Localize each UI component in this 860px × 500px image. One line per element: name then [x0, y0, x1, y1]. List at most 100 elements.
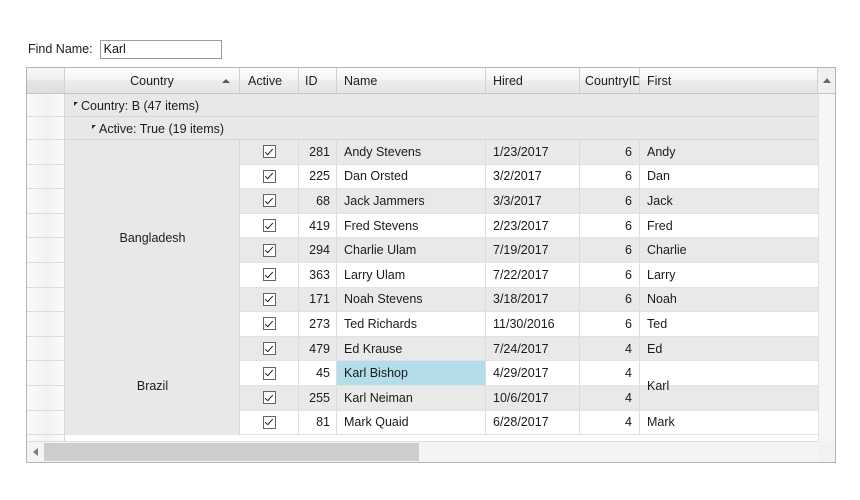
column-header-name[interactable]: Name: [337, 68, 486, 93]
cell-active[interactable]: [240, 164, 299, 189]
cell-id[interactable]: 225: [299, 164, 337, 189]
column-header-first[interactable]: First: [640, 68, 818, 93]
cell-hired[interactable]: 4/29/2017: [486, 361, 580, 385]
cell-hired[interactable]: 7/22/2017: [486, 262, 580, 287]
cell-id[interactable]: 479: [299, 336, 337, 361]
cell-hired[interactable]: 7/24/2017: [486, 336, 580, 361]
checkbox-checked-icon[interactable]: [262, 194, 276, 208]
table-row[interactable]: 273 Ted Richards 11/30/2016 6 Ted: [240, 312, 835, 337]
country-cell[interactable]: Brazil: [65, 337, 240, 435]
row-indicator-cell[interactable]: [27, 140, 64, 165]
cell-id[interactable]: 255: [299, 385, 337, 410]
checkbox-checked-icon[interactable]: [262, 292, 276, 306]
cell-id[interactable]: 294: [299, 238, 337, 262]
cell-hired[interactable]: 3/3/2017: [486, 189, 580, 213]
cell-name[interactable]: Jack Jammers: [337, 189, 486, 213]
row-indicator-cell[interactable]: [27, 287, 64, 313]
checkbox-checked-icon[interactable]: [262, 391, 276, 405]
cell-countryid[interactable]: 6: [580, 287, 640, 312]
cell-active[interactable]: [240, 287, 299, 312]
cell-first[interactable]: Jack: [640, 189, 835, 213]
table-row[interactable]: 419 Fred Stevens 2/23/2017 6 Fred: [240, 213, 835, 239]
row-indicator-cell[interactable]: [27, 385, 64, 411]
cell-active[interactable]: [240, 213, 299, 238]
cell-countryid[interactable]: 4: [580, 410, 640, 435]
cell-id[interactable]: 45: [299, 361, 337, 385]
cell-name[interactable]: Fred Stevens: [337, 213, 486, 238]
checkbox-checked-icon[interactable]: [262, 366, 276, 380]
table-row[interactable]: 171 Noah Stevens 3/18/2017 6 Noah: [240, 287, 835, 313]
cell-countryid[interactable]: 6: [580, 140, 640, 164]
cell-hired[interactable]: 1/23/2017: [486, 140, 580, 164]
cell-first[interactable]: Ted: [640, 312, 835, 336]
cell-active[interactable]: [240, 410, 299, 435]
table-row[interactable]: 68 Jack Jammers 3/3/2017 6 Jack: [240, 189, 835, 214]
cell-id[interactable]: 281: [299, 140, 337, 164]
cell-active[interactable]: [240, 361, 299, 385]
cell-id[interactable]: 81: [299, 410, 337, 435]
column-header-countryid[interactable]: CountryID: [580, 68, 640, 93]
cell-active[interactable]: [240, 385, 299, 410]
cell-active[interactable]: [240, 140, 299, 164]
row-indicator-cell[interactable]: [27, 312, 64, 337]
cell-hired[interactable]: 3/2/2017: [486, 164, 580, 189]
cell-first[interactable]: Ed: [640, 336, 835, 361]
cell-first[interactable]: Andy: [640, 140, 835, 164]
find-name-input[interactable]: [99, 39, 222, 59]
cell-countryid[interactable]: 4: [580, 385, 640, 410]
cell-first[interactable]: Charlie: [640, 238, 835, 262]
cell-hired[interactable]: 6/28/2017: [486, 410, 580, 435]
row-indicator-cell[interactable]: [27, 336, 64, 362]
cell-active[interactable]: [240, 189, 299, 213]
checkbox-checked-icon[interactable]: [262, 145, 276, 159]
cell-name[interactable]: Charlie Ulam: [337, 238, 486, 262]
cell-hired[interactable]: 2/23/2017: [486, 213, 580, 238]
cell-first[interactable]: Fred: [640, 213, 835, 238]
cell-hired[interactable]: 11/30/2016: [486, 312, 580, 336]
cell-name[interactable]: Karl Bishop: [337, 361, 486, 385]
cell-id[interactable]: 363: [299, 262, 337, 287]
row-indicator-cell[interactable]: [27, 361, 64, 386]
checkbox-checked-icon[interactable]: [262, 219, 276, 233]
cell-name[interactable]: Dan Orsted: [337, 164, 486, 189]
cell-id[interactable]: 273: [299, 312, 337, 336]
cell-id[interactable]: 419: [299, 213, 337, 238]
cell-active[interactable]: [240, 312, 299, 336]
cell-countryid[interactable]: 6: [580, 213, 640, 238]
row-indicator-cell[interactable]: [27, 94, 64, 117]
row-indicator-cell[interactable]: [27, 213, 64, 239]
column-header-country[interactable]: Country: [65, 68, 240, 93]
checkbox-checked-icon[interactable]: [262, 243, 276, 257]
cell-hired[interactable]: 10/6/2017: [486, 385, 580, 410]
cell-name[interactable]: Mark Quaid: [337, 410, 486, 435]
table-row[interactable]: 363 Larry Ulam 7/22/2017 6 Larry: [240, 262, 835, 288]
cell-name[interactable]: Larry Ulam: [337, 262, 486, 287]
column-header-hired[interactable]: Hired: [486, 68, 580, 93]
cell-active[interactable]: [240, 238, 299, 262]
cell-name[interactable]: Noah Stevens: [337, 287, 486, 312]
cell-active[interactable]: [240, 262, 299, 287]
row-indicator-cell[interactable]: [27, 189, 64, 214]
cell-first[interactable]: Mark: [640, 410, 835, 435]
cell-countryid[interactable]: 6: [580, 189, 640, 213]
table-row[interactable]: 81 Mark Quaid 6/28/2017 4 Mark: [240, 410, 835, 436]
column-header-active[interactable]: Active: [240, 68, 299, 93]
cell-countryid[interactable]: 6: [580, 312, 640, 336]
cell-countryid[interactable]: 6: [580, 238, 640, 262]
checkbox-checked-icon[interactable]: [262, 268, 276, 282]
cell-name[interactable]: Andy Stevens: [337, 140, 486, 164]
table-row[interactable]: 225 Dan Orsted 3/2/2017 6 Dan: [240, 164, 835, 190]
horizontal-scrollbar-thumb[interactable]: [44, 443, 419, 461]
row-indicator-cell[interactable]: [27, 410, 64, 436]
cell-first[interactable]: Dan: [640, 164, 835, 189]
table-row[interactable]: 294 Charlie Ulam 7/19/2017 6 Charlie: [240, 238, 835, 263]
group-row-country[interactable]: Country: B (47 items): [65, 94, 835, 117]
cell-name[interactable]: Karl Neiman: [337, 385, 486, 410]
column-header-indicator[interactable]: [27, 68, 65, 93]
cell-countryid[interactable]: 6: [580, 164, 640, 189]
cell-first[interactable]: Noah: [640, 287, 835, 312]
row-indicator-cell[interactable]: [27, 262, 64, 288]
cell-countryid[interactable]: 4: [580, 361, 640, 385]
cell-name[interactable]: Ed Krause: [337, 336, 486, 361]
cell-id[interactable]: 171: [299, 287, 337, 312]
